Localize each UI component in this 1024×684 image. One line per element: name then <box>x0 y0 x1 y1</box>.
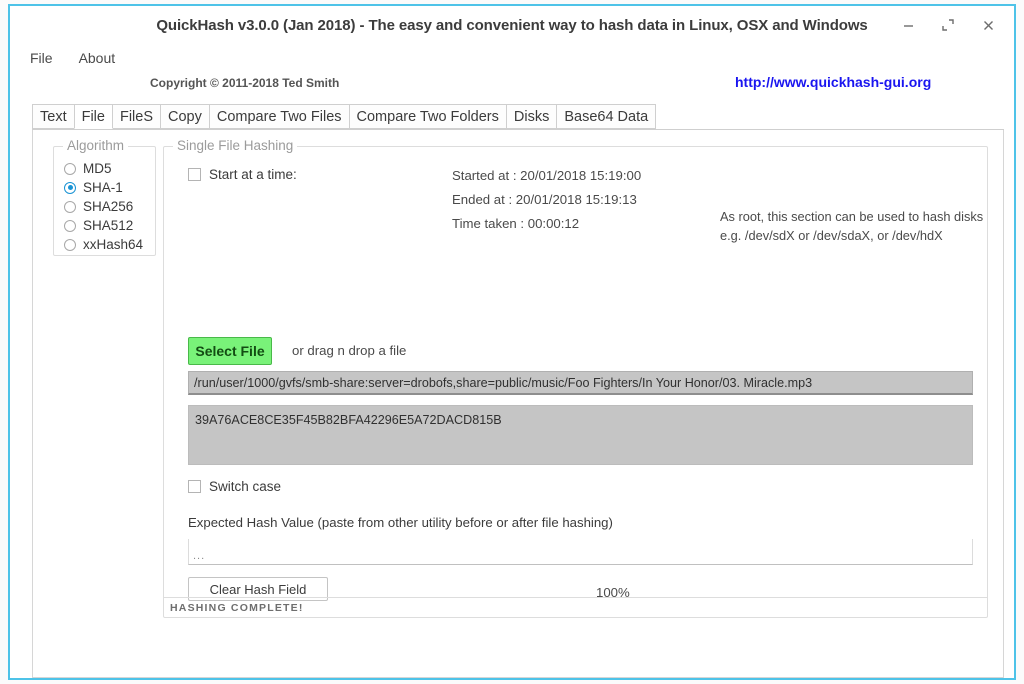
minimize-icon <box>902 19 915 32</box>
tab-disks[interactable]: Disks <box>506 104 557 129</box>
radio-md5[interactable]: MD5 <box>64 159 155 178</box>
radio-sha512[interactable]: SHA512 <box>64 216 155 235</box>
tab-text[interactable]: Text <box>32 104 75 129</box>
start-at-time-checkbox[interactable]: Start at a time: <box>188 167 297 182</box>
tab-content-file: Algorithm MD5 SHA-1 SHA256 SHA512 <box>32 130 1004 678</box>
copyright-text: Copyright © 2011-2018 Ted Smith <box>150 76 339 90</box>
tab-base64-data[interactable]: Base64 Data <box>556 104 656 129</box>
radio-md5-icon <box>64 163 76 175</box>
radio-sha256-label: SHA256 <box>83 199 133 214</box>
single-file-hashing-group: Single File Hashing Start at a time: Sta… <box>163 146 988 618</box>
website-link[interactable]: http://www.quickhash-gui.org <box>735 74 931 90</box>
root-hint-line1: As root, this section can be used to has… <box>720 207 983 226</box>
switch-case-checkbox-icon <box>188 480 201 493</box>
started-at-text: Started at : 20/01/2018 15:19:00 <box>452 168 641 183</box>
header-band: Copyright © 2011-2018 Ted Smith http://w… <box>10 72 1014 100</box>
radio-xxhash64[interactable]: xxHash64 <box>64 235 155 254</box>
switch-case-label: Switch case <box>209 479 281 494</box>
switch-case-checkbox[interactable]: Switch case <box>188 479 281 494</box>
root-hint-line2: e.g. /dev/sdX or /dev/sdaX, or /dev/hdX <box>720 226 943 245</box>
menu-item-file[interactable]: File <box>28 48 55 68</box>
tab-compare-two-folders[interactable]: Compare Two Folders <box>349 104 507 129</box>
maximize-button[interactable] <box>928 6 968 44</box>
tab-strip: Text File FileS Copy Compare Two Files C… <box>32 104 1004 130</box>
file-path-field[interactable]: /run/user/1000/gvfs/smb-share:server=dro… <box>188 371 973 395</box>
ended-at-text: Ended at : 20/01/2018 15:19:13 <box>452 192 637 207</box>
select-file-button[interactable]: Select File <box>188 337 272 365</box>
radio-sha512-icon <box>64 220 76 232</box>
radio-sha256-icon <box>64 201 76 213</box>
close-icon <box>982 19 995 32</box>
tab-file[interactable]: File <box>74 104 113 129</box>
radio-sha256[interactable]: SHA256 <box>64 197 155 216</box>
minimize-button[interactable] <box>888 6 928 44</box>
algorithm-group: Algorithm MD5 SHA-1 SHA256 SHA512 <box>53 146 156 256</box>
drag-drop-hint: or drag n drop a file <box>292 343 406 358</box>
hash-result-field[interactable]: 39A76ACE8CE35F45B82BFA42296E5A72DACD815B <box>188 405 973 465</box>
expected-hash-label: Expected Hash Value (paste from other ut… <box>188 515 613 530</box>
algorithm-group-label: Algorithm <box>63 138 128 153</box>
status-bar: HASHING COMPLETE! <box>164 597 987 617</box>
start-at-time-checkbox-icon <box>188 168 201 181</box>
tab-files[interactable]: FileS <box>112 104 161 129</box>
tab-copy[interactable]: Copy <box>160 104 210 129</box>
menu-bar: File About <box>10 44 1014 72</box>
title-bar: QuickHash v3.0.0 (Jan 2018) - The easy a… <box>10 6 1014 44</box>
radio-sha512-label: SHA512 <box>83 218 133 233</box>
radio-md5-label: MD5 <box>83 161 112 176</box>
radio-xxhash64-label: xxHash64 <box>83 237 143 252</box>
expected-hash-input[interactable]: ... <box>188 539 973 565</box>
single-file-hashing-label: Single File Hashing <box>173 138 297 153</box>
menu-item-about[interactable]: About <box>77 48 118 68</box>
start-at-time-label: Start at a time: <box>209 167 297 182</box>
window-title: QuickHash v3.0.0 (Jan 2018) - The easy a… <box>156 17 867 34</box>
tab-compare-two-files[interactable]: Compare Two Files <box>209 104 350 129</box>
radio-sha1[interactable]: SHA-1 <box>64 178 155 197</box>
radio-xxhash64-icon <box>64 239 76 251</box>
window-controls <box>888 6 1008 44</box>
radio-sha1-icon <box>64 182 76 194</box>
maximize-icon <box>941 18 955 32</box>
radio-sha1-label: SHA-1 <box>83 180 123 195</box>
time-taken-text: Time taken : 00:00:12 <box>452 216 579 231</box>
application-window: QuickHash v3.0.0 (Jan 2018) - The easy a… <box>8 4 1016 680</box>
close-button[interactable] <box>968 6 1008 44</box>
